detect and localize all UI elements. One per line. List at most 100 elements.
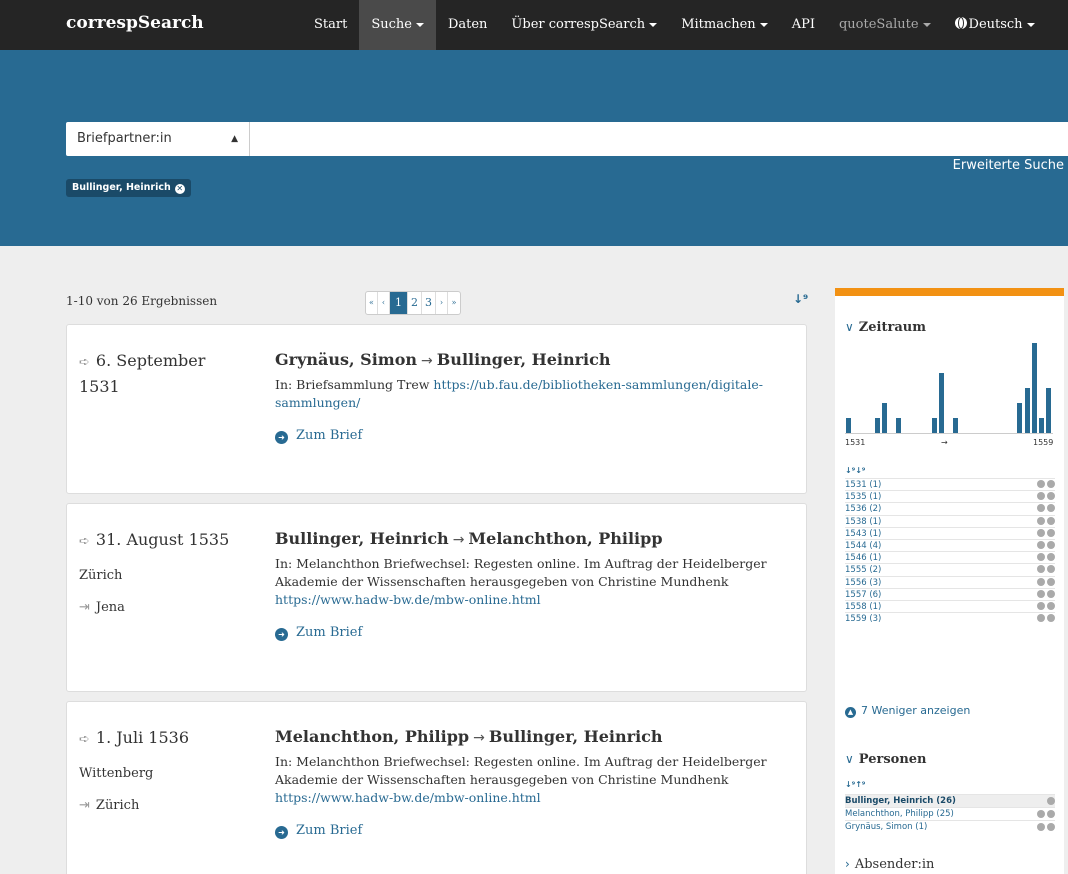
exclude-icon[interactable] xyxy=(1037,528,1045,537)
facet-absender-toggle[interactable]: › Absender:in xyxy=(845,857,934,872)
receiver[interactable]: Melanchthon, Philipp xyxy=(468,529,662,548)
nav-daten[interactable]: Daten xyxy=(436,0,499,50)
histogram-bar[interactable] xyxy=(953,418,959,433)
page-1[interactable]: 1 xyxy=(390,292,408,314)
nav-quotesalute[interactable]: quoteSalute xyxy=(827,0,943,50)
histogram-bar[interactable] xyxy=(938,373,944,433)
exclude-icon[interactable] xyxy=(1037,614,1045,623)
zum-brief-link[interactable]: ➜ Zum Brief xyxy=(275,823,795,839)
year-facet-item[interactable]: 1535 (1) xyxy=(845,490,1055,502)
page-first[interactable]: « xyxy=(366,292,378,314)
to-place[interactable]: ⇥ Jena xyxy=(79,600,249,615)
source-link[interactable]: https://www.hadw-bw.de/mbw-online.html xyxy=(275,592,541,607)
histogram-bar[interactable] xyxy=(881,403,887,433)
show-less-link[interactable]: ▲ 7 Weniger anzeigen xyxy=(845,704,970,718)
include-icon[interactable] xyxy=(1047,823,1055,831)
histogram-bar[interactable] xyxy=(1046,388,1051,433)
histogram-bar[interactable] xyxy=(874,418,880,433)
search-field-select[interactable]: Briefpartner:in ▲ xyxy=(66,122,250,156)
exclude-icon[interactable] xyxy=(1037,553,1045,562)
include-icon[interactable] xyxy=(1047,589,1055,598)
zum-brief-link[interactable]: ➜ Zum Brief xyxy=(275,625,795,641)
histogram-bar[interactable] xyxy=(846,418,851,433)
receiver[interactable]: Bullinger, Heinrich xyxy=(437,350,611,369)
exclude-icon[interactable] xyxy=(1037,492,1045,501)
year-facet-item[interactable]: 1556 (3) xyxy=(845,575,1055,588)
year-facet-item[interactable]: 1536 (2) xyxy=(845,502,1055,514)
page-prev[interactable]: ‹ xyxy=(378,292,390,314)
histogram-bar[interactable] xyxy=(1031,343,1037,433)
include-icon[interactable] xyxy=(1047,614,1055,623)
nav-ueber[interactable]: Über correspSearch xyxy=(499,0,669,50)
nav-language[interactable]: Deutsch xyxy=(943,0,1047,50)
sender[interactable]: Grynäus, Simon xyxy=(275,350,417,369)
exclude-icon[interactable] xyxy=(1037,589,1045,598)
advanced-search-link[interactable]: Erweiterte Suche xyxy=(953,158,1064,173)
year-facet-item[interactable]: 1559 (3) xyxy=(845,612,1055,624)
histogram-bar[interactable] xyxy=(931,418,937,433)
receiver[interactable]: Bullinger, Heinrich xyxy=(489,727,663,746)
include-icon[interactable] xyxy=(1047,516,1055,525)
exclude-icon[interactable] xyxy=(1037,480,1045,488)
histogram-bar[interactable] xyxy=(896,418,901,433)
facet-sort-icons[interactable]: ↓⁹↓⁹ xyxy=(845,466,865,475)
person-facet-item[interactable]: Grynäus, Simon (1) xyxy=(845,820,1055,833)
to-place[interactable]: ⇥ Zürich xyxy=(79,798,249,813)
year-facet-item[interactable]: 1544 (4) xyxy=(845,538,1055,551)
source-link[interactable]: https://www.hadw-bw.de/mbw-online.html xyxy=(275,790,541,805)
year-facet-item[interactable]: 1531 (1) xyxy=(845,478,1055,490)
year-facet-item[interactable]: 1558 (1) xyxy=(845,599,1055,612)
facet-personen-toggle[interactable]: ∨ Personen xyxy=(845,752,927,767)
exclude-icon[interactable] xyxy=(1037,540,1045,549)
exclude-icon[interactable] xyxy=(1037,516,1045,525)
brand-logo[interactable]: correspSearch xyxy=(66,13,204,33)
facet-sort-icons[interactable]: ↓⁹↑⁹ xyxy=(845,780,865,789)
include-icon[interactable] xyxy=(1047,492,1055,501)
nav-start[interactable]: Start xyxy=(302,0,359,50)
include-icon[interactable] xyxy=(1047,480,1055,488)
include-icon[interactable] xyxy=(1047,528,1055,537)
sender[interactable]: Bullinger, Heinrich xyxy=(275,529,449,548)
nav-api[interactable]: API xyxy=(780,0,827,50)
exclude-icon[interactable] xyxy=(1037,601,1045,610)
histogram-bar[interactable] xyxy=(1017,403,1023,433)
person-facet-item[interactable]: Bullinger, Heinrich (26) xyxy=(845,794,1055,807)
year-facet-item[interactable]: 1546 (1) xyxy=(845,551,1055,563)
sender[interactable]: Melanchthon, Philipp xyxy=(275,727,469,746)
include-icon[interactable] xyxy=(1047,565,1055,574)
nav-suche[interactable]: Suche xyxy=(359,0,436,50)
include-icon[interactable] xyxy=(1047,797,1055,805)
remove-filter-icon[interactable]: ✕ xyxy=(174,184,185,194)
page-last[interactable]: » xyxy=(448,292,460,314)
search-input[interactable] xyxy=(250,122,1068,156)
page-2[interactable]: 2 xyxy=(408,292,422,314)
exclude-icon[interactable] xyxy=(1037,823,1045,831)
time-histogram[interactable] xyxy=(845,342,1053,434)
facet-zeitraum-toggle[interactable]: ∨ Zeitraum xyxy=(845,320,926,335)
from-place[interactable]: Zürich xyxy=(79,568,249,583)
year-facet-item[interactable]: 1543 (1) xyxy=(845,526,1055,539)
histogram-bar[interactable] xyxy=(1024,388,1030,433)
include-icon[interactable] xyxy=(1047,553,1055,562)
sort-icon[interactable]: ↓⁹ xyxy=(793,292,808,306)
person-facet-item[interactable]: Melanchthon, Philipp (25) xyxy=(845,807,1055,820)
include-icon[interactable] xyxy=(1047,504,1055,513)
include-icon[interactable] xyxy=(1047,577,1055,586)
exclude-icon[interactable] xyxy=(1037,810,1045,818)
page-3[interactable]: 3 xyxy=(422,292,436,314)
histogram-bar[interactable] xyxy=(1038,418,1044,433)
include-icon[interactable] xyxy=(1047,540,1055,549)
from-place[interactable]: Wittenberg xyxy=(79,766,249,781)
include-icon[interactable] xyxy=(1047,810,1055,818)
active-filter-chip[interactable]: Bullinger, Heinrich ✕ xyxy=(66,179,191,197)
year-facet-item[interactable]: 1557 (6) xyxy=(845,587,1055,600)
include-icon[interactable] xyxy=(1047,601,1055,610)
nav-mitmachen[interactable]: Mitmachen xyxy=(669,0,780,50)
page-next[interactable]: › xyxy=(436,292,448,314)
year-facet-item[interactable]: 1538 (1) xyxy=(845,514,1055,527)
exclude-icon[interactable] xyxy=(1037,577,1045,586)
exclude-icon[interactable] xyxy=(1037,504,1045,513)
zum-brief-link[interactable]: ➜ Zum Brief xyxy=(275,428,795,444)
exclude-icon[interactable] xyxy=(1037,565,1045,574)
year-facet-item[interactable]: 1555 (2) xyxy=(845,563,1055,575)
